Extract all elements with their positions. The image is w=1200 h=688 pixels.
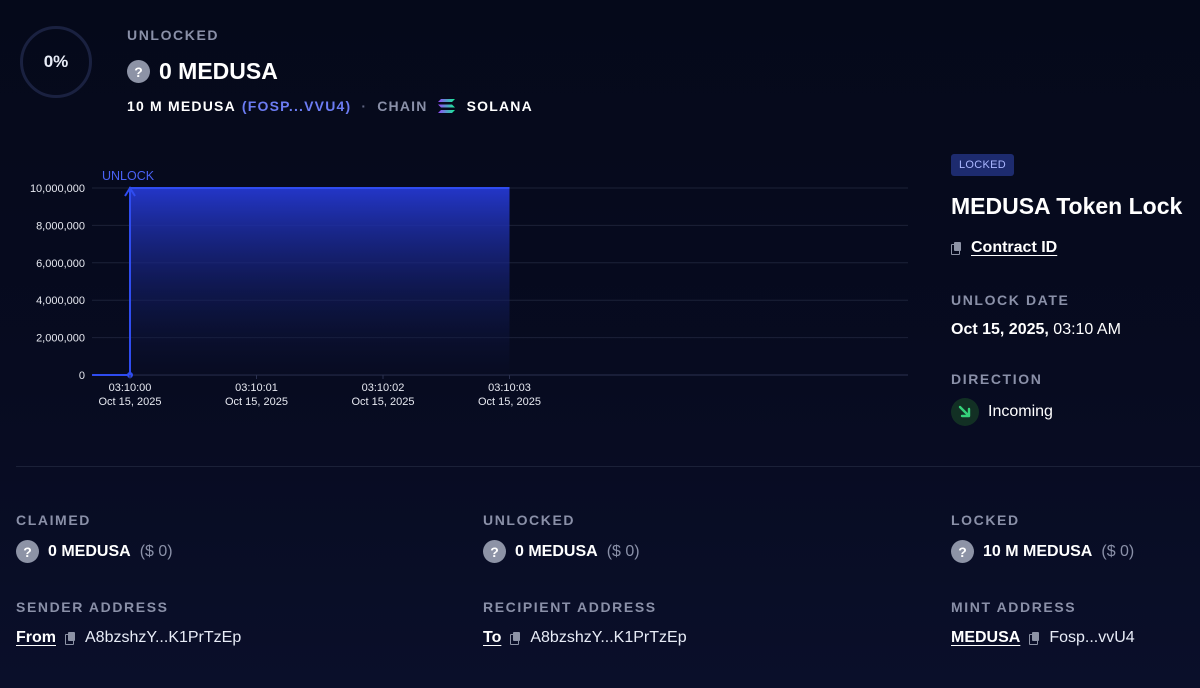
chain-name: SOLANA <box>466 98 533 114</box>
sender-address-label: SENDER ADDRESS <box>16 599 169 615</box>
lock-title: MEDUSA Token Lock <box>951 193 1183 219</box>
x-tick-time: 03:10:00 <box>109 382 152 394</box>
total-amount: 10 M MEDUSA <box>127 98 236 114</box>
copy-icon[interactable] <box>1029 632 1040 645</box>
y-tick-label: 4,000,000 <box>36 295 85 307</box>
recipient-address: A8bzshzY...K1PrTzEp <box>530 629 687 646</box>
unlock-date-label: UNLOCK DATE <box>951 292 1070 308</box>
unlocked-amount: 0 MEDUSA <box>159 58 278 84</box>
y-tick-label: 2,000,000 <box>36 333 85 345</box>
x-tick-date: Oct 15, 2025 <box>352 396 415 408</box>
token-placeholder-icon: ? <box>16 540 39 563</box>
recipient-address-row: To A8bzshzY...K1PrTzEp <box>483 629 687 647</box>
y-tick-label: 8,000,000 <box>36 220 85 232</box>
unlock-progress-ring: 0% <box>20 26 92 98</box>
contract-id-row: Contract ID <box>951 239 1057 257</box>
x-tick-time: 03:10:03 <box>488 382 531 394</box>
unlock-schedule-chart: 0 2,000,000 4,000,000 6,000,000 8,000,000 10,… <box>30 169 908 408</box>
locked-amount: 10 M MEDUSA <box>983 542 1093 560</box>
separator-dot: · <box>361 98 368 114</box>
claimed-amount: 0 MEDUSA <box>48 542 131 560</box>
copy-icon[interactable] <box>951 242 962 255</box>
locked-row: ? 10 M MEDUSA ($ 0) <box>951 540 1134 563</box>
unlock-annotation: UNLOCK <box>102 169 155 183</box>
unlocked-amount-row: ? 0 MEDUSA <box>127 58 278 85</box>
unlock-time-value: 03:10 AM <box>1048 321 1121 338</box>
direction-value: Incoming <box>988 403 1053 420</box>
y-tick-label: 10,000,000 <box>30 183 85 195</box>
unlocked-usd: ($ 0) <box>606 542 640 560</box>
x-tick-date: Oct 15, 2025 <box>225 396 288 408</box>
solana-icon <box>437 99 455 113</box>
token-address-link[interactable]: (FOSP...VVU4) <box>242 98 351 114</box>
unlocked-row: ? 0 MEDUSA ($ 0) <box>483 540 640 563</box>
locked-label: LOCKED <box>951 512 1020 528</box>
section-divider <box>16 466 1200 467</box>
copy-icon[interactable] <box>510 632 521 645</box>
mint-address-label: MINT ADDRESS <box>951 599 1077 615</box>
direction-row: Incoming <box>951 398 1053 426</box>
token-placeholder-icon: ? <box>127 60 150 83</box>
unlock-date: Oct 15, 2025, 03:10 AM <box>951 321 1121 339</box>
sender-link[interactable]: From <box>16 629 56 647</box>
incoming-arrow-icon <box>951 398 979 426</box>
claimed-usd: ($ 0) <box>139 542 173 560</box>
unlocked-label: UNLOCKED <box>127 27 220 43</box>
locked-usd: ($ 0) <box>1101 542 1135 560</box>
y-tick-label: 6,000,000 <box>36 258 85 270</box>
unlocked-stat-label: UNLOCKED <box>483 512 576 528</box>
series-area <box>130 188 510 375</box>
sender-address: A8bzshzY...K1PrTzEp <box>85 629 242 646</box>
y-tick-label: 0 <box>79 370 85 382</box>
claimed-label: CLAIMED <box>16 512 91 528</box>
mint-address-row: MEDUSA Fosp...vvU4 <box>951 629 1135 647</box>
status-badge: LOCKED <box>951 154 1015 176</box>
unlock-date-value: Oct 15, 2025, <box>951 321 1049 338</box>
recipient-link[interactable]: To <box>483 629 501 647</box>
x-tick-date: Oct 15, 2025 <box>478 396 541 408</box>
contract-id-link[interactable]: Contract ID <box>971 239 1057 257</box>
recipient-address-label: RECIPIENT ADDRESS <box>483 599 657 615</box>
unlock-percent: 0% <box>43 52 69 71</box>
chain-label: CHAIN <box>377 98 428 114</box>
token-placeholder-icon: ? <box>951 540 974 563</box>
x-tick-time: 03:10:02 <box>362 382 405 394</box>
copy-icon[interactable] <box>65 632 76 645</box>
mint-address: Fosp...vvU4 <box>1049 629 1135 646</box>
claimed-row: ? 0 MEDUSA ($ 0) <box>16 540 173 563</box>
x-tick-time: 03:10:01 <box>235 382 278 394</box>
token-placeholder-icon: ? <box>483 540 506 563</box>
x-tick-date: Oct 15, 2025 <box>99 396 162 408</box>
mint-link[interactable]: MEDUSA <box>951 629 1020 647</box>
sender-address-row: From A8bzshzY...K1PrTzEp <box>16 629 241 647</box>
direction-label: DIRECTION <box>951 371 1043 387</box>
unlocked-stat-amount: 0 MEDUSA <box>515 542 598 560</box>
token-summary: 10 M MEDUSA (FOSP...VVU4) · CHAIN SOLANA <box>127 98 533 114</box>
